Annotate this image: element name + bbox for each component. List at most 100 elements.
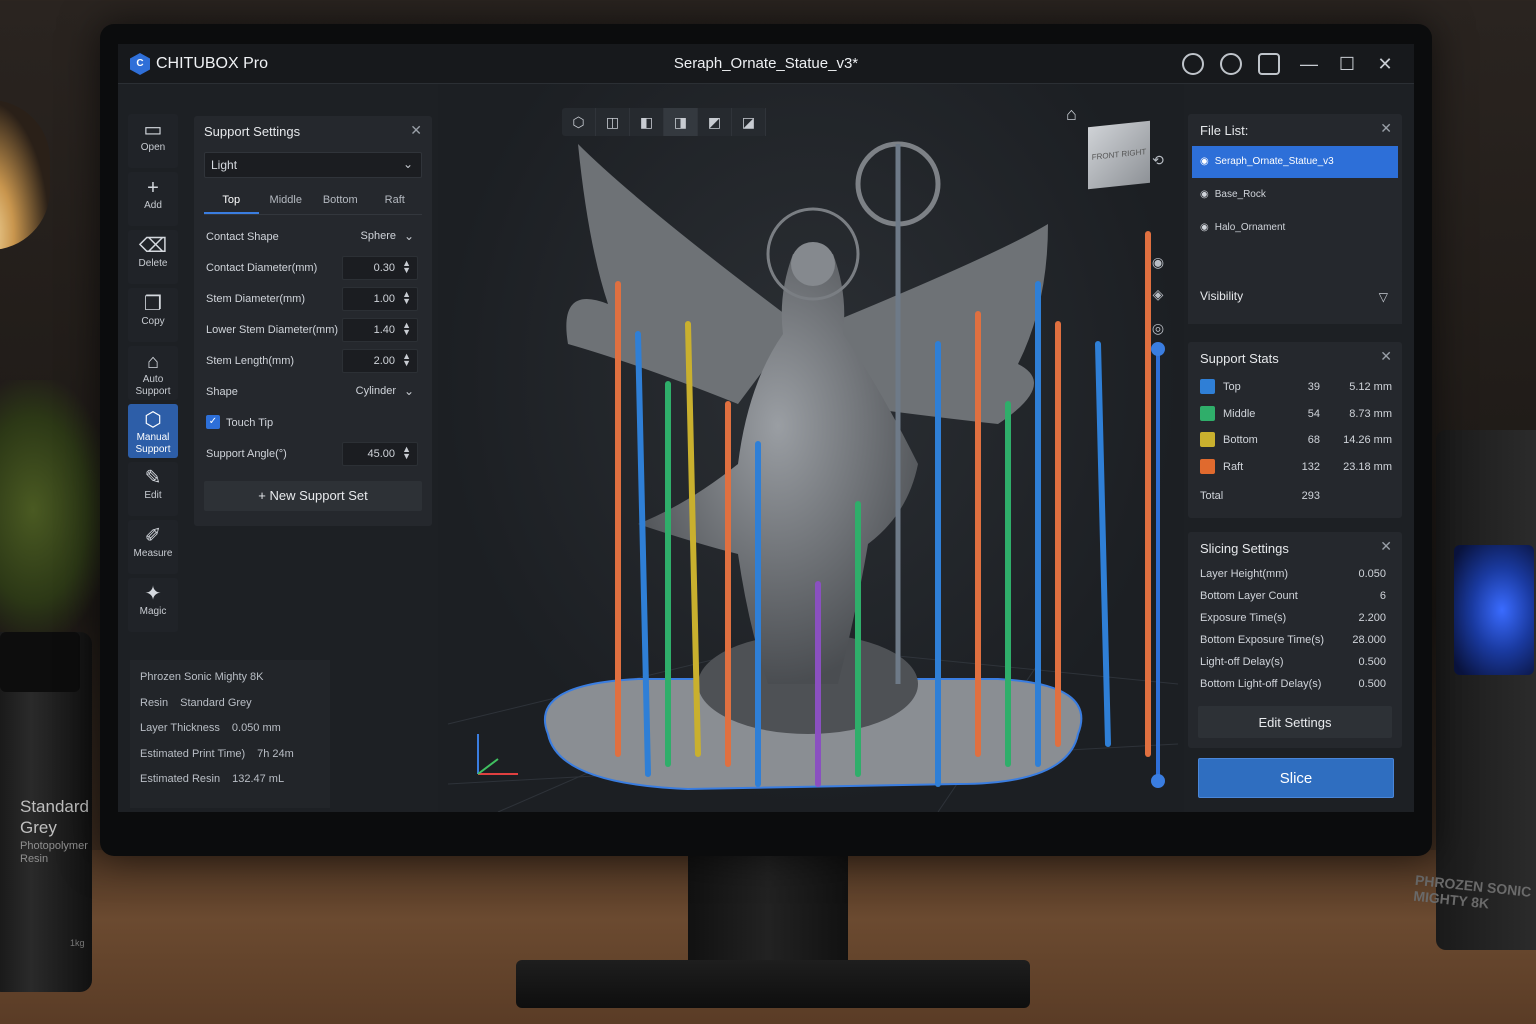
close-icon[interactable]: ✕ [1372,51,1398,77]
rotate-view-icon[interactable]: ⟲ [1148,152,1168,169]
bottom-color-swatch [1200,432,1215,447]
estimated-resin-row: Estimated Resin 132.47 mL [140,770,320,796]
support-settings-panel: Support Settings ✕ Light ⌄ Top Middle Bo… [194,116,432,526]
stepper-icon[interactable]: ▲ ▼ [402,352,411,368]
cube-front-icon[interactable]: ◫ [596,108,630,136]
slice-button[interactable]: Slice [1198,758,1394,798]
home-view-icon[interactable]: ⌂ [1066,104,1077,125]
measure-button[interactable]: ✐ Measure [128,520,178,574]
app-name: CHITUBOX Pro [156,55,269,72]
model-scene [447,141,1179,812]
stem-diameter-input[interactable]: 1.00 ▲ ▼ [342,287,418,311]
resin-label: Resin [140,696,169,709]
eye-icon[interactable]: ◉ [1200,189,1209,200]
maximize-icon[interactable]: ☐ [1334,51,1360,77]
middle-color-swatch [1200,405,1215,421]
3d-viewport[interactable]: ⬡ ◫ ◧ ◨ ◩ ◪ ⌂ FRONT RIGHT ⟲ ◉ ◈ ◎ [438,84,1184,812]
contact-shape-label: Contact Shape [206,231,279,243]
user-profile-icon[interactable] [1220,51,1246,77]
minimize-icon[interactable]: — [1296,51,1322,77]
stem-length-value: 2.00 [373,355,395,367]
preview-icon[interactable]: ◎ [1148,320,1168,337]
print-time-label: Estimated Print Time) [140,747,246,760]
setting-value: 2.200 [1358,612,1386,624]
account-icon[interactable] [1182,51,1208,77]
lower-stem-diameter-input[interactable]: 1.40 ▲ ▼ [342,318,418,342]
file-item-halo[interactable]: ◉ Halo_Ornament [1192,212,1398,244]
cube-top-icon[interactable]: ◩ [698,108,732,136]
chevron-down-icon: ⌄ [403,229,414,243]
eye-icon[interactable]: ◉ [1200,222,1209,233]
contact-shape-select[interactable]: Sphere ⌄ [342,225,418,249]
shape-select[interactable]: Cylinder ⌄ [342,380,418,404]
add-button[interactable]: + Add [128,172,178,226]
close-icon[interactable]: ✕ [410,122,422,139]
file-item-base-rock[interactable]: ◉ Base_Rock [1192,179,1398,211]
resin-value: Standard Grey [180,696,252,709]
touch-tip-checkbox[interactable]: ✓ [206,415,220,429]
cube-bottom-icon[interactable]: ◪ [732,108,766,136]
resin-row: Resin Standard Grey [140,694,320,720]
tab-middle[interactable]: Middle [259,188,314,214]
support-stats-title: Support Stats [1200,351,1279,366]
bottom-exposure-time-row: Bottom Exposure Time(s) 28.000 [1188,630,1402,652]
delete-button[interactable]: ⌫ Delete [128,230,178,284]
monitor-base [516,960,1030,1008]
tab-bottom[interactable]: Bottom [313,188,368,214]
cube-right-icon[interactable]: ◨ [664,108,698,136]
stat-row-bottom: Bottom 68 14.26 mm [1188,427,1402,454]
close-icon[interactable]: ✕ [1380,120,1392,137]
new-support-set-button[interactable]: + New Support Set [204,481,422,511]
touch-tip-row: ✓ Touch Tip [204,407,422,438]
chevron-down-icon: ▽ [1378,290,1388,304]
stem-length-label: Stem Length(mm) [206,355,295,367]
total-value: 293 [1301,490,1320,502]
edit-button[interactable]: ✎ Edit [128,462,178,516]
open-button[interactable]: ▭ Open [128,114,178,168]
edit-settings-button[interactable]: Edit Settings [1198,706,1392,738]
view-orientation-toolbar: ⬡ ◫ ◧ ◨ ◩ ◪ [562,108,766,136]
desk-lamp [0,100,50,250]
cube-iso-icon[interactable]: ⬡ [562,108,596,136]
layers-icon[interactable]: ◈ [1148,286,1168,303]
layer-thickness-value: 0.050 mm [231,722,281,734]
axis-gizmo [477,734,518,775]
stepper-icon[interactable]: ▲ ▼ [402,445,411,461]
layer-slider-top-handle[interactable] [1151,342,1165,356]
help-icon[interactable] [1258,51,1284,77]
support-preset-select[interactable]: Light ⌄ [204,152,422,178]
support-angle-input[interactable]: 45.00 ▲ ▼ [342,442,418,466]
copy-icon: ❐ [144,293,162,315]
magic-button[interactable]: ✦ Magic [128,578,178,632]
tab-raft[interactable]: Raft [368,188,423,214]
light-off-delay-row: Light-off Delay(s) 0.500 [1188,652,1402,674]
layer-slider-track[interactable] [1156,350,1160,782]
eye-icon[interactable]: ◉ [1200,156,1209,167]
eye-icon[interactable]: ◉ [1148,254,1168,271]
navigation-cube[interactable]: FRONT RIGHT [1088,120,1150,190]
setting-value: 0.500 [1358,678,1386,690]
file-item-seraph[interactable]: ◉ Seraph_Ornate_Statue_v3 [1192,146,1398,178]
setting-label: Exposure Time(s) [1200,612,1287,624]
manual-support-icon: ⬡ [144,409,162,431]
lower-stem-diameter-row: Lower Stem Diameter(mm) 1.40 ▲ ▼ [204,314,422,345]
auto-support-button[interactable]: ⌂ Auto Support [128,346,178,400]
visibility-dropdown[interactable]: Visibility ▽ [1188,272,1402,324]
copy-button[interactable]: ❐ Copy [128,288,178,342]
stepper-icon[interactable]: ▲ ▼ [402,259,411,275]
close-icon[interactable]: ✕ [1380,538,1392,555]
manual-support-button[interactable]: ⬡ Manual Support [128,404,178,458]
stepper-icon[interactable]: ▲ ▼ [402,290,411,306]
cube-left-icon[interactable]: ◧ [630,108,664,136]
stat-count: 68 [1307,434,1320,446]
stem-length-input[interactable]: 2.00 ▲ ▼ [342,349,418,373]
layer-slider-bottom-handle[interactable] [1151,774,1165,788]
auto-support-icon: ⌂ [146,351,160,373]
stepper-icon[interactable]: ▲ ▼ [402,321,411,337]
app-window: C CHITUBOX Pro Seraph_Ornate_Statue_v3* … [118,44,1414,812]
support-angle-label: Support Angle(°) [206,448,287,460]
contact-diameter-input[interactable]: 0.30 ▲ ▼ [342,256,418,280]
total-label: Total [1200,490,1224,502]
tab-top[interactable]: Top [204,188,259,214]
close-icon[interactable]: ✕ [1380,348,1392,365]
